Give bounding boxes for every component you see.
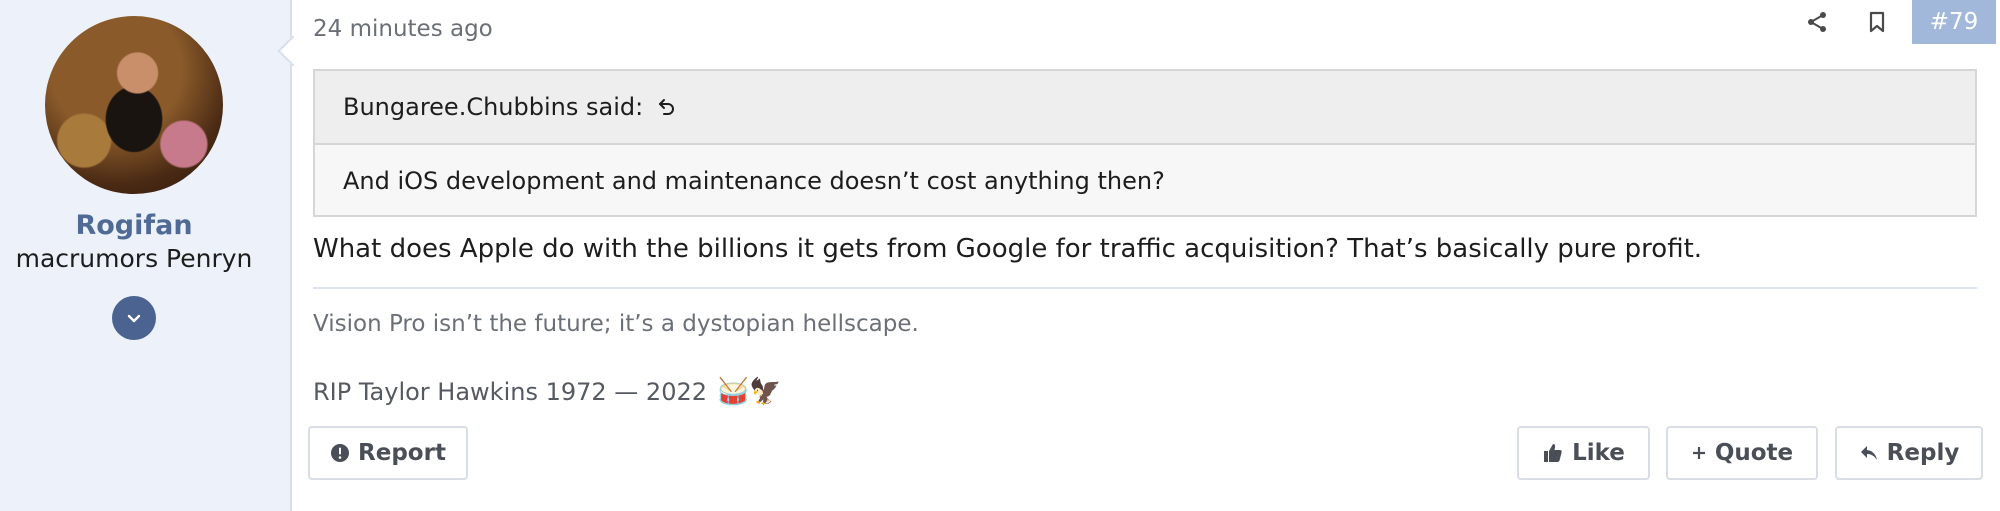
- like-label: Like: [1572, 440, 1625, 466]
- user-avatar[interactable]: [45, 16, 223, 194]
- quote-block: Bungaree.Chubbins said: And iOS developm…: [313, 69, 1977, 217]
- post-message: What does Apple do with the billions it …: [313, 234, 1703, 264]
- reply-button[interactable]: Reply: [1835, 426, 1983, 480]
- thumbs-up-icon: [1542, 442, 1564, 464]
- signature-line-2: RIP Taylor Hawkins 1972 — 2022 🥁🦅: [313, 377, 782, 407]
- exclamation-circle-icon: [330, 443, 350, 463]
- report-label: Report: [358, 440, 446, 466]
- report-button[interactable]: Report: [308, 426, 468, 480]
- username[interactable]: Rogifan: [0, 210, 268, 241]
- reply-label: Reply: [1886, 440, 1960, 466]
- post-timestamp[interactable]: 24 minutes ago: [313, 16, 493, 42]
- signature-divider: [313, 287, 1977, 289]
- post-number-link[interactable]: #79: [1912, 0, 1996, 44]
- quote-author: Bungaree.Chubbins said:: [343, 93, 644, 121]
- signature-line-1: Vision Pro isn’t the future; it’s a dyst…: [313, 311, 919, 337]
- quote-button[interactable]: Quote: [1666, 426, 1818, 480]
- plus-icon: [1691, 445, 1707, 461]
- bookmark-icon[interactable]: [1863, 8, 1891, 36]
- like-button[interactable]: Like: [1517, 426, 1650, 480]
- signature-text: RIP Taylor Hawkins 1972 — 2022: [313, 378, 708, 406]
- quote-text: And iOS development and maintenance does…: [343, 167, 1165, 195]
- reply-icon: [1859, 443, 1879, 463]
- share-icon[interactable]: [1803, 8, 1831, 36]
- signature-emojis: 🥁🦅: [717, 377, 782, 407]
- expand-user-info-button[interactable]: [112, 296, 156, 340]
- reply-arrow-icon[interactable]: [655, 95, 679, 119]
- quote-label: Quote: [1714, 440, 1794, 466]
- user-title: macrumors Penryn: [15, 244, 253, 273]
- chevron-down-icon: [127, 314, 141, 323]
- post-content: 24 minutes ago #79 Bungaree.Chubbins sai…: [292, 0, 2000, 511]
- quote-header[interactable]: Bungaree.Chubbins said:: [315, 71, 1975, 145]
- user-sidebar: Rogifan macrumors Penryn: [0, 0, 292, 511]
